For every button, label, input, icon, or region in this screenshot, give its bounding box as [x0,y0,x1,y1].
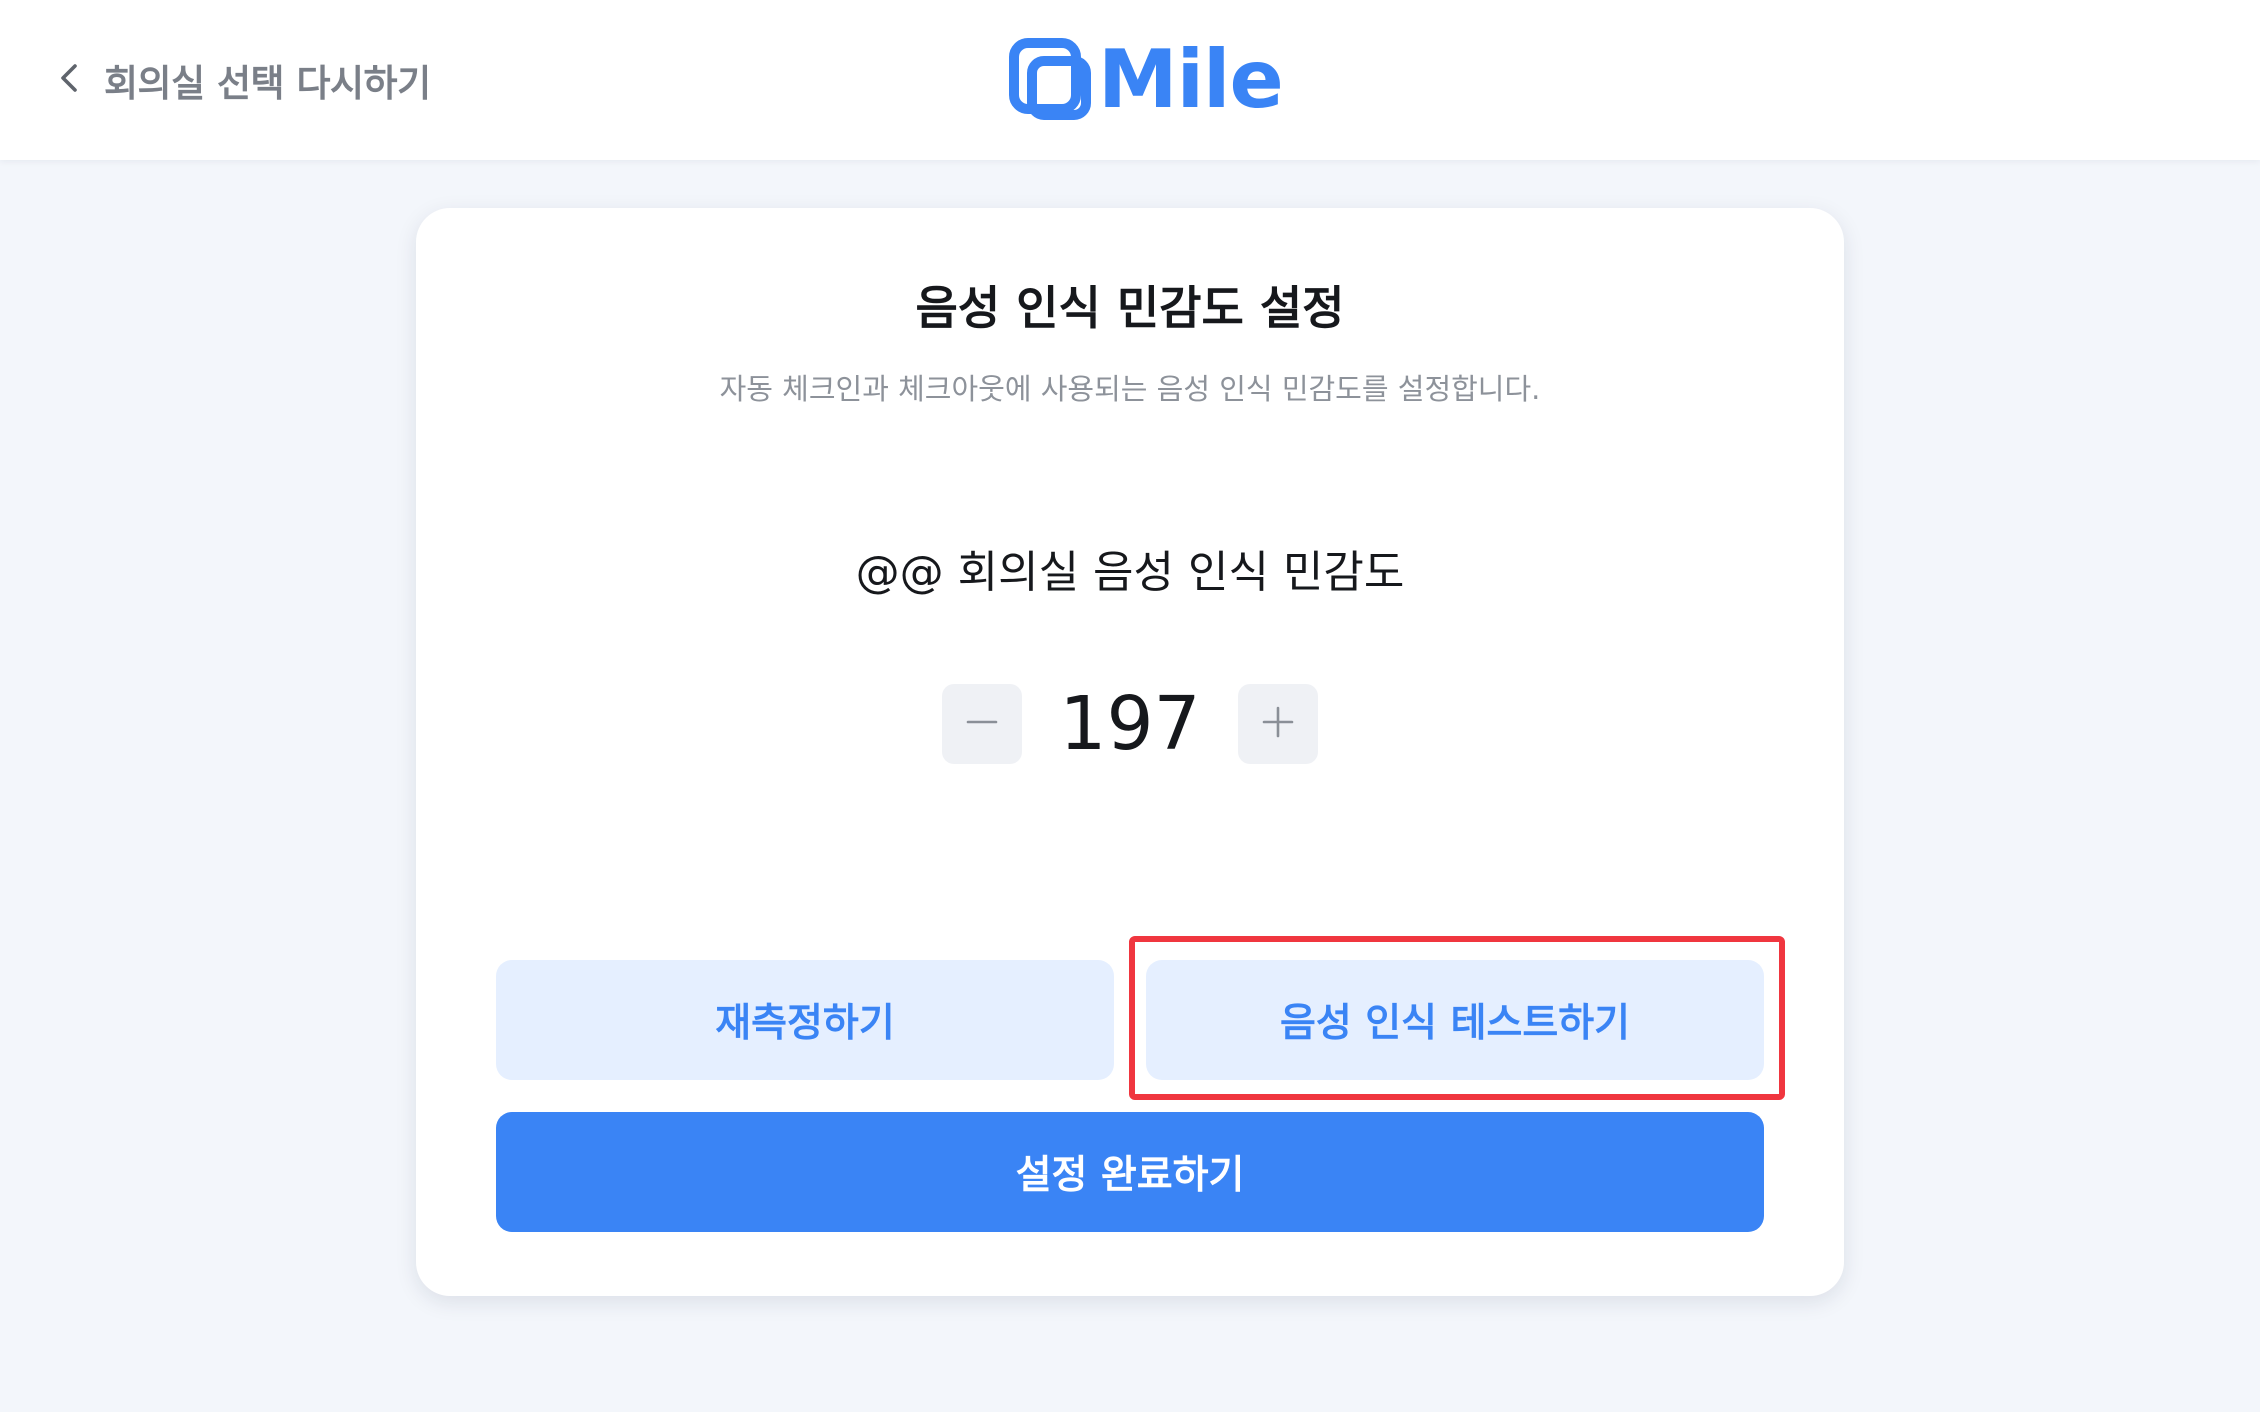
sensitivity-value: 197 [1059,681,1201,767]
minus-icon [962,702,1002,746]
page-description: 자동 체크인과 체크아웃에 사용되는 음성 인식 민감도를 설정합니다. [719,372,1541,406]
room-sensitivity-label: @@ 회의실 음성 인식 민감도 [855,547,1405,598]
back-button-label: 회의실 선택 다시하기 [104,62,431,105]
page-title: 음성 인식 민감도 설정 [915,281,1345,335]
remeasure-button[interactable]: 재측정하기 [496,960,1114,1080]
logo-wordmark: Mile [1098,33,1284,126]
increment-button[interactable] [1238,684,1318,764]
voice-test-button[interactable]: 음성 인식 테스트하기 [1146,960,1764,1080]
back-button[interactable]: 회의실 선택 다시하기 [50,50,431,110]
sensitivity-stepper: 197 [942,684,1318,764]
chevron-left-icon [50,58,90,102]
complete-settings-button[interactable]: 설정 완료하기 [496,1112,1764,1232]
top-header: 회의실 선택 다시하기 Mile [0,0,2260,160]
plus-icon [1258,702,1298,746]
mile-logo: Mile [1006,33,1284,127]
mile-logo-icon [1006,33,1096,127]
decrement-button[interactable] [942,684,1022,764]
